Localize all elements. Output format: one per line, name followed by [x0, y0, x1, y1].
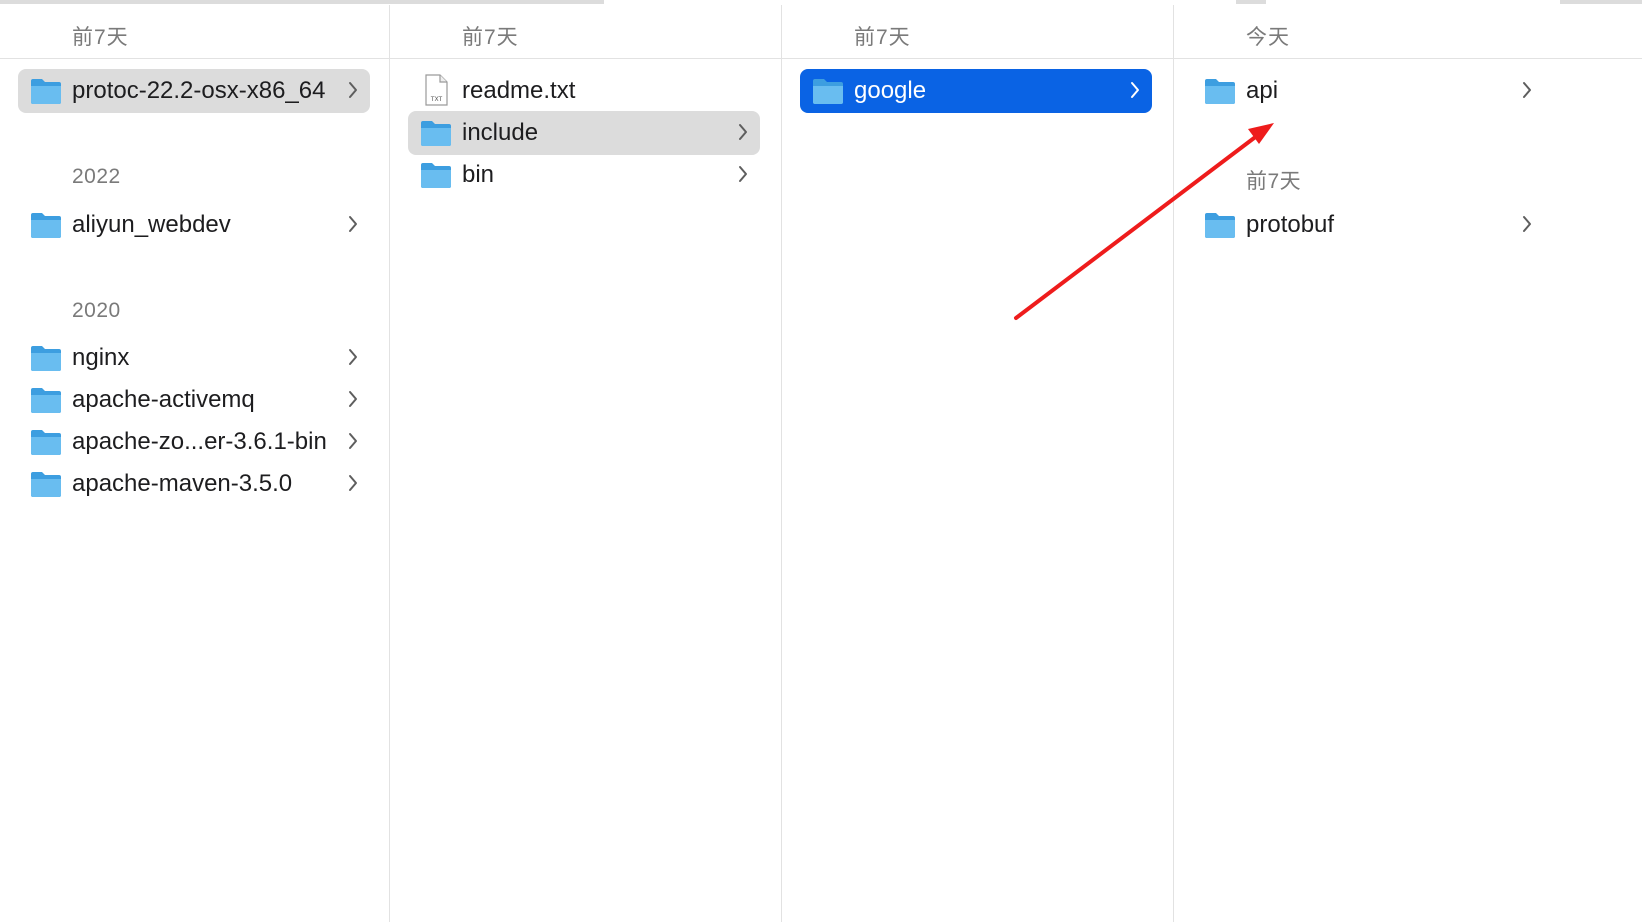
folder-icon	[813, 79, 843, 104]
file-name: readme.txt	[462, 77, 576, 104]
folder-row-aliyun-webdev[interactable]: aliyun_webdev	[18, 203, 370, 247]
text-file-icon: TXT	[425, 74, 448, 106]
column-2: 前7天 TXT readme.txt include bin	[390, 5, 782, 922]
group-header-2020: 2020	[72, 299, 121, 322]
folder-name: aliyun_webdev	[72, 211, 231, 238]
folder-row-google[interactable]: google	[800, 69, 1152, 113]
folder-name: nginx	[72, 344, 130, 371]
folder-icon	[31, 79, 61, 104]
folder-name: api	[1246, 77, 1279, 104]
folder-icon	[421, 121, 451, 146]
folder-row-protoc[interactable]: protoc-22.2-osx-x86_64	[18, 69, 370, 113]
folder-row-apache-activemq[interactable]: apache-activemq	[18, 378, 370, 422]
chevron-right-icon	[349, 82, 357, 98]
chevron-right-icon	[349, 433, 357, 449]
file-type-badge: TXT	[430, 96, 443, 103]
folder-name: protoc-22.2-osx-x86_64	[72, 77, 326, 104]
folder-row-apache-zookeeper[interactable]: apache-zo...er-3.6.1-bin	[18, 420, 370, 464]
finder-column-browser: 前7天 protoc-22.2-osx-x86_64 2022 aliyun_w…	[0, 5, 1642, 922]
chevron-right-icon	[1523, 82, 1531, 98]
folder-name: include	[462, 119, 539, 146]
column-header-label: 前7天	[854, 26, 911, 49]
chevron-right-icon	[349, 475, 357, 491]
folder-row-protobuf[interactable]: protobuf	[1192, 203, 1544, 247]
column-4: 今天 api 前7天 protobuf	[1174, 5, 1642, 922]
chevron-right-icon	[349, 391, 357, 407]
folder-row-include[interactable]: include	[408, 111, 760, 155]
column-header: 前7天	[0, 5, 389, 59]
folder-row-apache-maven[interactable]: apache-maven-3.5.0	[18, 462, 370, 506]
column-header-label: 今天	[1246, 26, 1290, 49]
folder-icon	[421, 163, 451, 188]
folder-icon	[31, 472, 61, 497]
folder-icon	[31, 388, 61, 413]
column-1: 前7天 protoc-22.2-osx-x86_64 2022 aliyun_w…	[0, 5, 390, 922]
folder-name: bin	[462, 161, 495, 188]
file-row-readme[interactable]: TXT readme.txt	[408, 69, 760, 113]
chevron-right-icon	[349, 216, 357, 232]
folder-icon	[31, 213, 61, 238]
folder-icon	[31, 430, 61, 455]
folder-row-bin[interactable]: bin	[408, 153, 760, 197]
folder-name: apache-zo...er-3.6.1-bin	[72, 428, 327, 455]
folder-row-api[interactable]: api	[1192, 69, 1544, 113]
group-header-previous-7-days: 前7天	[1246, 170, 1302, 193]
column-header-label: 前7天	[462, 26, 519, 49]
folder-icon	[31, 346, 61, 371]
column-header: 前7天	[390, 5, 781, 59]
folder-icon	[1205, 213, 1235, 238]
group-header-2022: 2022	[72, 165, 121, 188]
chevron-right-icon	[349, 349, 357, 365]
top-strip-segment	[1560, 0, 1642, 4]
top-strip-segment	[0, 0, 604, 4]
chevron-right-icon	[739, 166, 747, 182]
folder-name: protobuf	[1246, 211, 1335, 238]
column-header: 今天	[1174, 5, 1642, 59]
column-header-label: 前7天	[72, 26, 129, 49]
folder-icon	[1205, 79, 1235, 104]
chevron-right-icon	[739, 124, 747, 140]
column-3: 前7天 google	[782, 5, 1174, 922]
folder-row-nginx[interactable]: nginx	[18, 336, 370, 380]
folder-name: google	[854, 77, 927, 104]
top-strip-segment	[1236, 0, 1266, 4]
chevron-right-icon	[1131, 82, 1139, 98]
folder-name: apache-maven-3.5.0	[72, 470, 293, 497]
column-header: 前7天	[782, 5, 1173, 59]
chevron-right-icon	[1523, 216, 1531, 232]
folder-name: apache-activemq	[72, 386, 255, 413]
